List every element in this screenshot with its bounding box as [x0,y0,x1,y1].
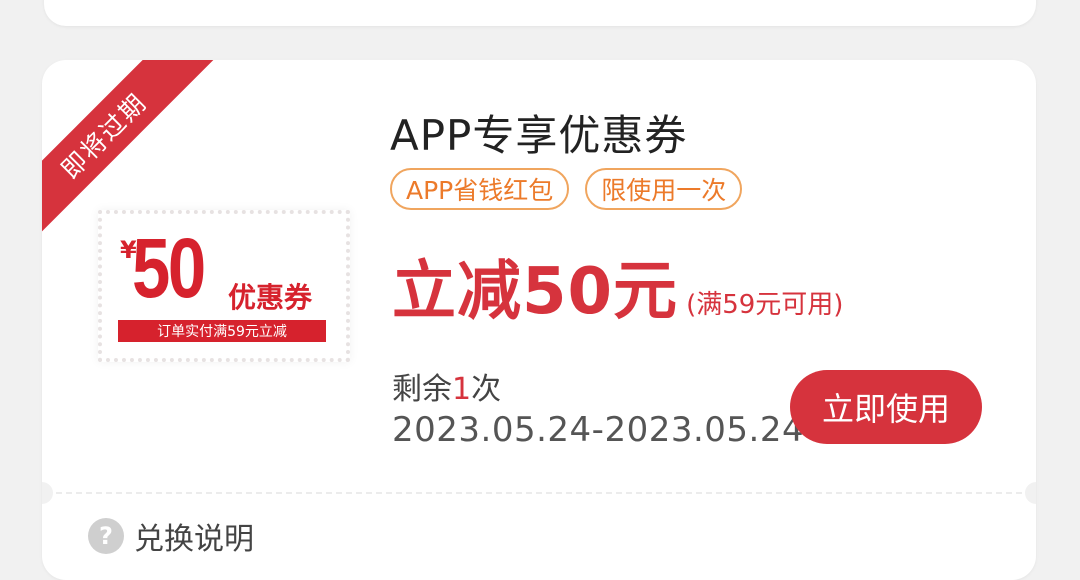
coupon-title: APP专享优惠券 [390,111,688,160]
dashed-divider [56,492,1022,494]
discount-condition: (满59元可用) [686,290,844,320]
tag-single-use: 限使用一次 [585,168,743,210]
discount-row: 立减50元 (满59元可用) [392,240,843,332]
remaining-prefix: 剩余 [392,372,452,407]
ticket-notch-left [42,482,53,504]
question-icon: ? [88,518,124,554]
stamp-amount: 50 [132,221,206,315]
coupon-tags: APP省钱红包 限使用一次 [390,168,743,210]
remaining-count: 1 [452,372,472,407]
redeem-instructions[interactable]: ? 兑换说明 [88,514,254,558]
use-now-button[interactable]: 立即使用 [790,370,982,444]
ticket-notch-right [1025,482,1036,504]
discount-amount: 立减50元 [392,255,679,329]
validity-date: 2023.05.24-2023.05.24 [392,410,805,450]
remaining-uses: 剩余1次 [392,364,501,408]
coupon-card: 即将过期 ¥ 50 优惠券 订单实付满59元立减 APP专享优惠券 APP省钱红… [42,60,1036,580]
remaining-suffix: 次 [471,372,502,407]
coupon-stamp-image: ¥ 50 优惠券 订单实付满59元立减 [98,210,350,362]
previous-card [44,0,1036,26]
stamp-condition: 订单实付满59元立减 [118,320,326,342]
redeem-instructions-label: 兑换说明 [134,522,254,557]
stamp-label: 优惠券 [228,281,313,314]
tag-app-red-packet: APP省钱红包 [390,168,570,210]
